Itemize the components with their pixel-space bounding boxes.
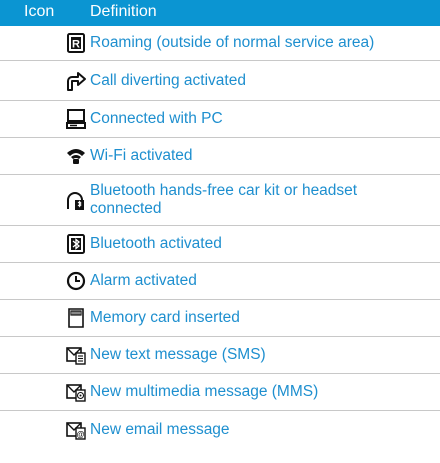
bluetooth-icon (64, 233, 88, 255)
wifi-icon (64, 145, 88, 167)
definition-text: Alarm activated (90, 272, 197, 289)
table-row: R Roaming (outside of normal service are… (0, 26, 440, 61)
table-row: Connected with PC (0, 101, 440, 138)
header-icon-column: Icon (24, 3, 55, 20)
table-row: Call diverting activated (0, 61, 440, 101)
table-row: Alarm activated (0, 263, 440, 300)
mms-icon (64, 381, 88, 403)
roaming-icon: R (64, 32, 88, 54)
svg-text:@: @ (77, 430, 85, 439)
table-row: @ New email message (0, 411, 440, 449)
pc-connection-icon (64, 108, 88, 130)
header-definition-column: Definition (90, 3, 157, 20)
definition-text: Bluetooth hands-free car kit or headset … (90, 182, 358, 217)
definition-text: Memory card inserted (90, 309, 240, 326)
sms-icon (64, 344, 88, 366)
icon-definition-table: Icon Definition R Roaming (outside of no… (0, 0, 440, 449)
table-row: Bluetooth activated (0, 226, 440, 263)
bluetooth-headset-icon (64, 189, 88, 211)
table-row: Wi-Fi activated (0, 138, 440, 175)
email-icon: @ (64, 419, 88, 441)
definition-text: Wi-Fi activated (90, 147, 193, 164)
table-row: Bluetooth hands-free car kit or headset … (0, 175, 440, 226)
definition-text: Roaming (outside of normal service area) (90, 34, 375, 51)
definition-text: Call diverting activated (90, 71, 246, 89)
table-row: New text message (SMS) (0, 337, 440, 374)
call-divert-icon (64, 70, 88, 92)
memory-card-icon (64, 307, 88, 329)
svg-text:R: R (72, 39, 80, 51)
table-header: Icon Definition (0, 0, 440, 26)
definition-text: New email message (90, 421, 230, 438)
definition-text: Bluetooth activated (90, 235, 222, 252)
table-row: Memory card inserted (0, 300, 440, 337)
alarm-icon (64, 270, 88, 292)
definition-text: Connected with PC (90, 110, 223, 127)
definition-text: New text message (SMS) (90, 346, 266, 363)
definition-text: New multimedia message (MMS) (90, 383, 319, 400)
table-row: New multimedia message (MMS) (0, 374, 440, 411)
